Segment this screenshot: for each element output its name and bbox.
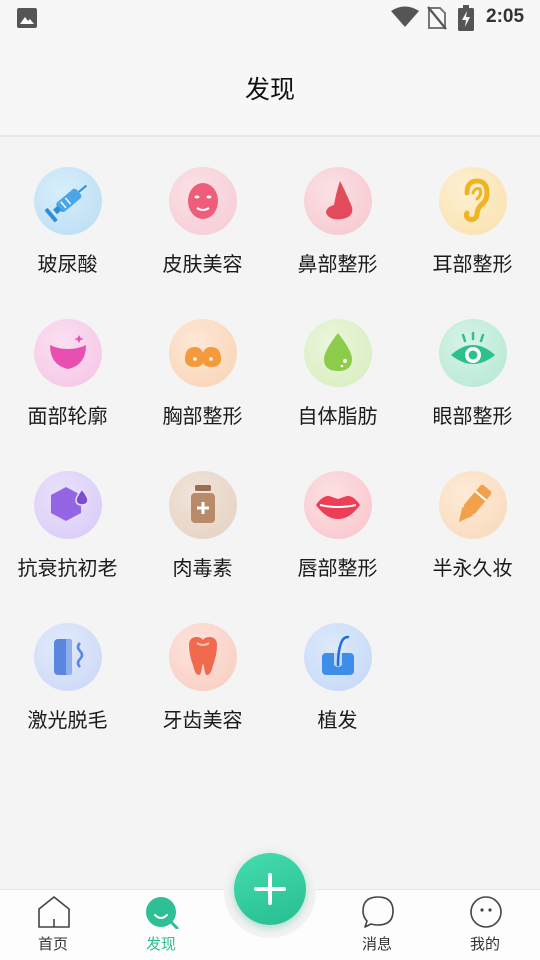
category-label: 激光脱毛: [27, 708, 108, 732]
wifi-icon: [391, 6, 419, 27]
category-label: 植发: [317, 708, 358, 732]
lips-icon: [304, 471, 372, 539]
no-sim-icon: [427, 6, 447, 30]
hair-follicle-icon: [304, 623, 372, 691]
chest-icon: [169, 319, 237, 387]
eye-icon: [439, 319, 507, 387]
eyebrow-pencil-icon: [439, 471, 507, 539]
nose-icon: [304, 167, 372, 235]
category-nose[interactable]: 鼻部整形: [270, 140, 405, 290]
category-anti-aging[interactable]: 抗衰抗初老: [0, 444, 135, 594]
category-laser-hair-removal[interactable]: 激光脱毛: [0, 596, 135, 746]
laser-icon: [34, 623, 102, 691]
battery-charging-icon: [458, 5, 474, 31]
category-label: 抗衰抗初老: [17, 556, 118, 580]
category-label: 唇部整形: [297, 556, 378, 580]
category-label: 玻尿酸: [37, 252, 98, 276]
category-label: 眼部整形: [432, 404, 513, 428]
tab-mine[interactable]: 我的: [435, 890, 535, 960]
category-hair-transplant[interactable]: 植发: [270, 596, 405, 746]
status-time: 2:05: [486, 6, 525, 27]
category-label: 耳部整形: [432, 252, 513, 276]
page-title: 发现: [244, 75, 295, 104]
face-mask-icon: [169, 167, 237, 235]
status-bar: 2:05: [0, 0, 540, 36]
category-label: 鼻部整形: [297, 252, 378, 276]
category-hyaluronic-acid[interactable]: 玻尿酸: [0, 140, 135, 290]
vial-icon: [169, 471, 237, 539]
face-contour-icon: [34, 319, 102, 387]
tab-discover[interactable]: 发现: [111, 890, 211, 960]
tooth-icon: [169, 623, 237, 691]
ear-icon: [439, 167, 507, 235]
category-label: 面部轮廓: [27, 404, 108, 428]
category-eye[interactable]: 眼部整形: [405, 292, 540, 442]
add-post-button[interactable]: [234, 853, 306, 925]
category-dental-beauty[interactable]: 牙齿美容: [135, 596, 270, 746]
category-face-contour[interactable]: 面部轮廓: [0, 292, 135, 442]
category-label: 半永久妆: [432, 556, 513, 580]
category-label: 皮肤美容: [162, 252, 243, 276]
tab-discover-label: 发现: [145, 935, 176, 953]
tab-home[interactable]: 首页: [3, 890, 103, 960]
page-header: 发现: [0, 36, 540, 137]
discover-icon: [146, 897, 179, 929]
tab-home-label: 首页: [37, 935, 68, 953]
tab-messages[interactable]: 消息: [327, 890, 427, 960]
category-autologous-fat[interactable]: 自体脂肪: [270, 292, 405, 442]
smiley-icon: [470, 896, 502, 928]
message-icon: [362, 896, 394, 928]
category-label: 自体脂肪: [297, 404, 378, 428]
category-label: 胸部整形: [162, 404, 243, 428]
plus-icon: [254, 873, 286, 905]
category-label: 肉毒素: [172, 556, 233, 580]
tab-mine-label: 我的: [469, 935, 500, 953]
category-semi-permanent-makeup[interactable]: 半永久妆: [405, 444, 540, 594]
syringe-icon: [34, 167, 102, 235]
home-icon: [38, 896, 70, 928]
hexagon-drop-icon: [34, 471, 102, 539]
gallery-icon: [17, 8, 37, 28]
category-lips[interactable]: 唇部整形: [270, 444, 405, 594]
category-botox[interactable]: 肉毒素: [135, 444, 270, 594]
category-skin-beauty[interactable]: 皮肤美容: [135, 140, 270, 290]
tab-messages-label: 消息: [361, 935, 392, 953]
category-chest[interactable]: 胸部整形: [135, 292, 270, 442]
category-label: 牙齿美容: [162, 708, 243, 732]
fat-drop-icon: [304, 319, 372, 387]
category-ear[interactable]: 耳部整形: [405, 140, 540, 290]
